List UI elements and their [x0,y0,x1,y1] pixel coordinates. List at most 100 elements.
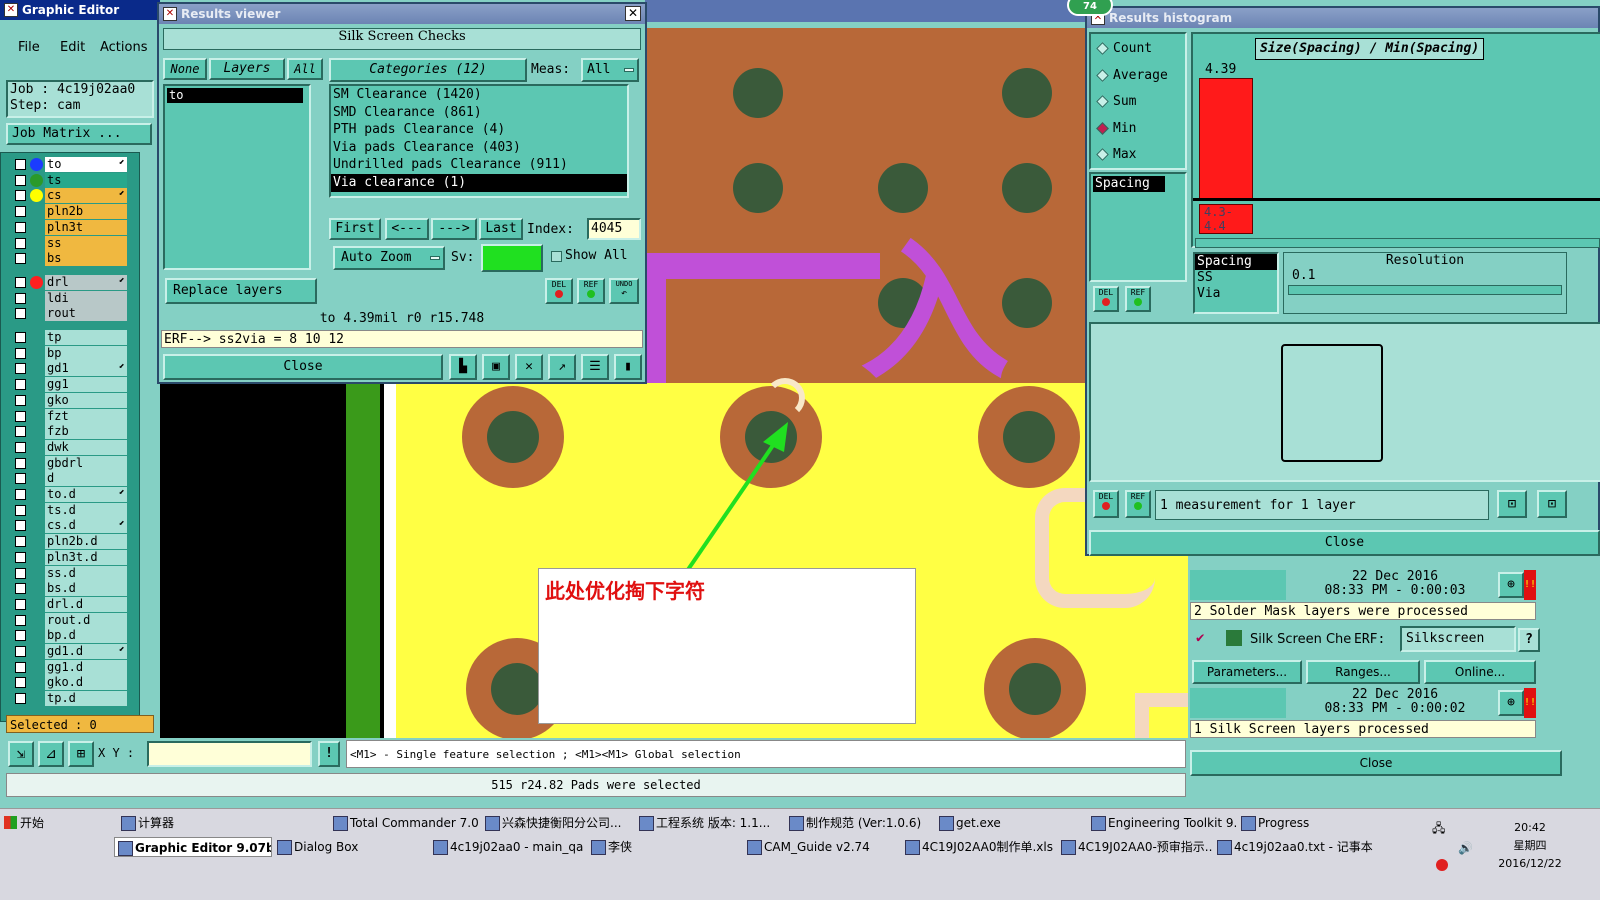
layer-checkbox[interactable] [15,237,26,249]
layer-checkbox[interactable] [15,441,26,453]
alert-icon[interactable]: !! [1524,570,1536,600]
histogram-icon[interactable]: ▮ [614,354,642,380]
zoom-layer-icon[interactable]: ⊡ [1537,490,1567,518]
layer-checkbox[interactable] [15,276,26,288]
layer-checkbox[interactable] [15,677,26,689]
stat-option-max[interactable]: Max [1095,146,1136,164]
zoom-tool-icon[interactable]: ⇲ [8,741,34,767]
undo-button[interactable]: UNDO ↶ [609,278,639,304]
layer-row-tp[interactable]: tp [11,330,127,345]
taskbar-item[interactable]: Engineering Toolkit 9.0... [1088,813,1236,833]
save-icon[interactable]: ▣ [482,354,510,380]
close-icon[interactable]: ✕ [625,6,641,21]
layer-row-rout-d[interactable]: rout.d [11,612,127,628]
layer-row-bs-d[interactable]: bs.d [11,581,127,597]
taskbar-item[interactable]: 兴森快捷衡阳分公司... [482,813,628,833]
layer-row-ts[interactable]: ts [11,172,127,188]
layer-row-ldi[interactable]: ldi [11,290,127,306]
layer-row-drl[interactable]: drl ⬋ [11,274,127,290]
layer-row-pln3t[interactable]: pln3t [11,219,127,235]
layer-row-gko-d[interactable]: gko.d [11,675,127,691]
attribute-list[interactable]: Spacing SS Via [1193,252,1279,314]
layer-checkbox[interactable] [15,159,26,170]
layer-row-pln3t-d[interactable]: pln3t.d [11,549,127,565]
layer-name[interactable]: gg1 [45,377,127,393]
job-matrix-button[interactable]: Job Matrix ... [6,123,152,145]
stat-option-count[interactable]: Count [1095,40,1152,58]
layer-checkbox[interactable] [15,308,26,320]
hist-ref-button[interactable]: REF [1125,286,1151,312]
categories-list[interactable]: SM Clearance (1420) SMD Clearance (861) PT… [329,84,629,198]
layer-row-ss-d[interactable]: ss.d [11,565,127,581]
layer-name[interactable]: cs [45,188,127,204]
replace-layers-button[interactable]: Replace layers [165,278,317,304]
layer-checkbox[interactable] [15,457,26,469]
layer-name[interactable]: ts.d [45,502,127,518]
layer-name[interactable]: pln2b.d [45,534,127,550]
layer-row-bp[interactable]: bp [11,345,127,361]
layer-name[interactable]: tp.d [45,691,127,707]
category-item[interactable]: SM Clearance (1420) [331,86,627,104]
histogram-close-button[interactable]: Close [1089,530,1600,556]
last-button[interactable]: Last [479,218,523,240]
layer-checkbox[interactable] [15,394,26,406]
layer-row-gbdrl[interactable]: gbdrl [11,455,127,471]
layer-checkbox[interactable] [15,379,26,391]
layer-name[interactable]: ss.d [45,565,127,581]
layer-name[interactable]: bp.d [45,628,127,644]
layer-name[interactable]: tp [45,330,127,345]
taskbar-item[interactable]: 计算器 [118,813,294,833]
layer-name[interactable]: rout [45,306,127,322]
layer-results-item[interactable]: to [167,88,303,103]
layer-row-fzt[interactable]: fzt [11,408,127,424]
layer-name[interactable]: bs [45,251,127,267]
delete-icon[interactable]: ✕ [515,354,543,380]
export-icon[interactable]: ↗ [548,354,576,380]
layer-checkbox[interactable] [15,536,26,548]
layer-name[interactable]: gko.d [45,675,127,691]
all-tab[interactable]: All [287,58,323,80]
layer-row-rout[interactable]: rout [11,306,127,322]
layer-checkbox[interactable] [15,693,26,705]
layer-name[interactable]: drl.d [45,596,127,612]
taskbar-item[interactable]: 4c19j02aa0 - main_qa [430,837,584,857]
menu-edit[interactable]: Edit [60,40,85,55]
layer-name[interactable]: cs.d [45,518,127,534]
field-list[interactable]: Spacing [1089,172,1187,282]
measure-tool-icon[interactable]: ⊿ [38,741,64,767]
layer-checkbox[interactable] [15,253,26,265]
zoom-icon[interactable]: ⊕ [1498,572,1524,598]
layer-name[interactable]: pln3t.d [45,549,127,565]
layer-row-drl-d[interactable]: drl.d [11,596,127,612]
layer-checkbox[interactable] [15,646,26,657]
layer-checkbox[interactable] [15,567,26,579]
sv-color-dropdown[interactable] [481,244,543,272]
layer-name[interactable]: to [45,157,127,172]
category-item[interactable]: Via clearance (1) [331,173,627,192]
layer-row-cs-d[interactable]: cs.d ⬋ [11,518,127,534]
taskbar-item[interactable]: 4C19J02AA0-预审指示... [1058,837,1212,857]
menu-actions[interactable]: Actions [100,40,148,55]
layer-checkbox[interactable] [15,473,26,485]
attribute-item-ss[interactable]: SS [1195,270,1277,286]
system-clock[interactable]: 20:42 星期四 2016/12/22 [1492,819,1568,873]
layer-name[interactable]: pln2b [45,204,127,220]
layer-row-gg1-d[interactable]: gg1.d [11,659,127,675]
taskbar-item[interactable]: 4c19j02aa0.txt - 记事本 [1214,837,1374,857]
layer-name[interactable]: fzt [45,408,127,424]
layer-name[interactable]: gbdrl [45,455,127,471]
layer-checkbox[interactable] [15,583,26,595]
layer-row-gko[interactable]: gko [11,392,127,408]
alert-icon[interactable]: !! [1524,688,1536,718]
hist-del-button[interactable]: DEL [1093,286,1119,312]
taskbar-item[interactable]: Progress [1238,813,1382,833]
attribute-item-via[interactable]: Via [1195,286,1277,302]
layer-name[interactable]: fzb [45,424,127,440]
show-all-checkbox[interactable] [551,251,562,262]
layer-name[interactable]: ss [45,235,127,251]
layer-checkbox[interactable] [15,206,26,218]
alert-icon[interactable]: ! [318,741,340,767]
category-item[interactable]: PTH pads Clearance (4) [331,121,627,139]
taskbar-item[interactable]: Total Commander 7.0 p... [330,813,478,833]
chart-scrollbar[interactable] [1195,238,1600,248]
